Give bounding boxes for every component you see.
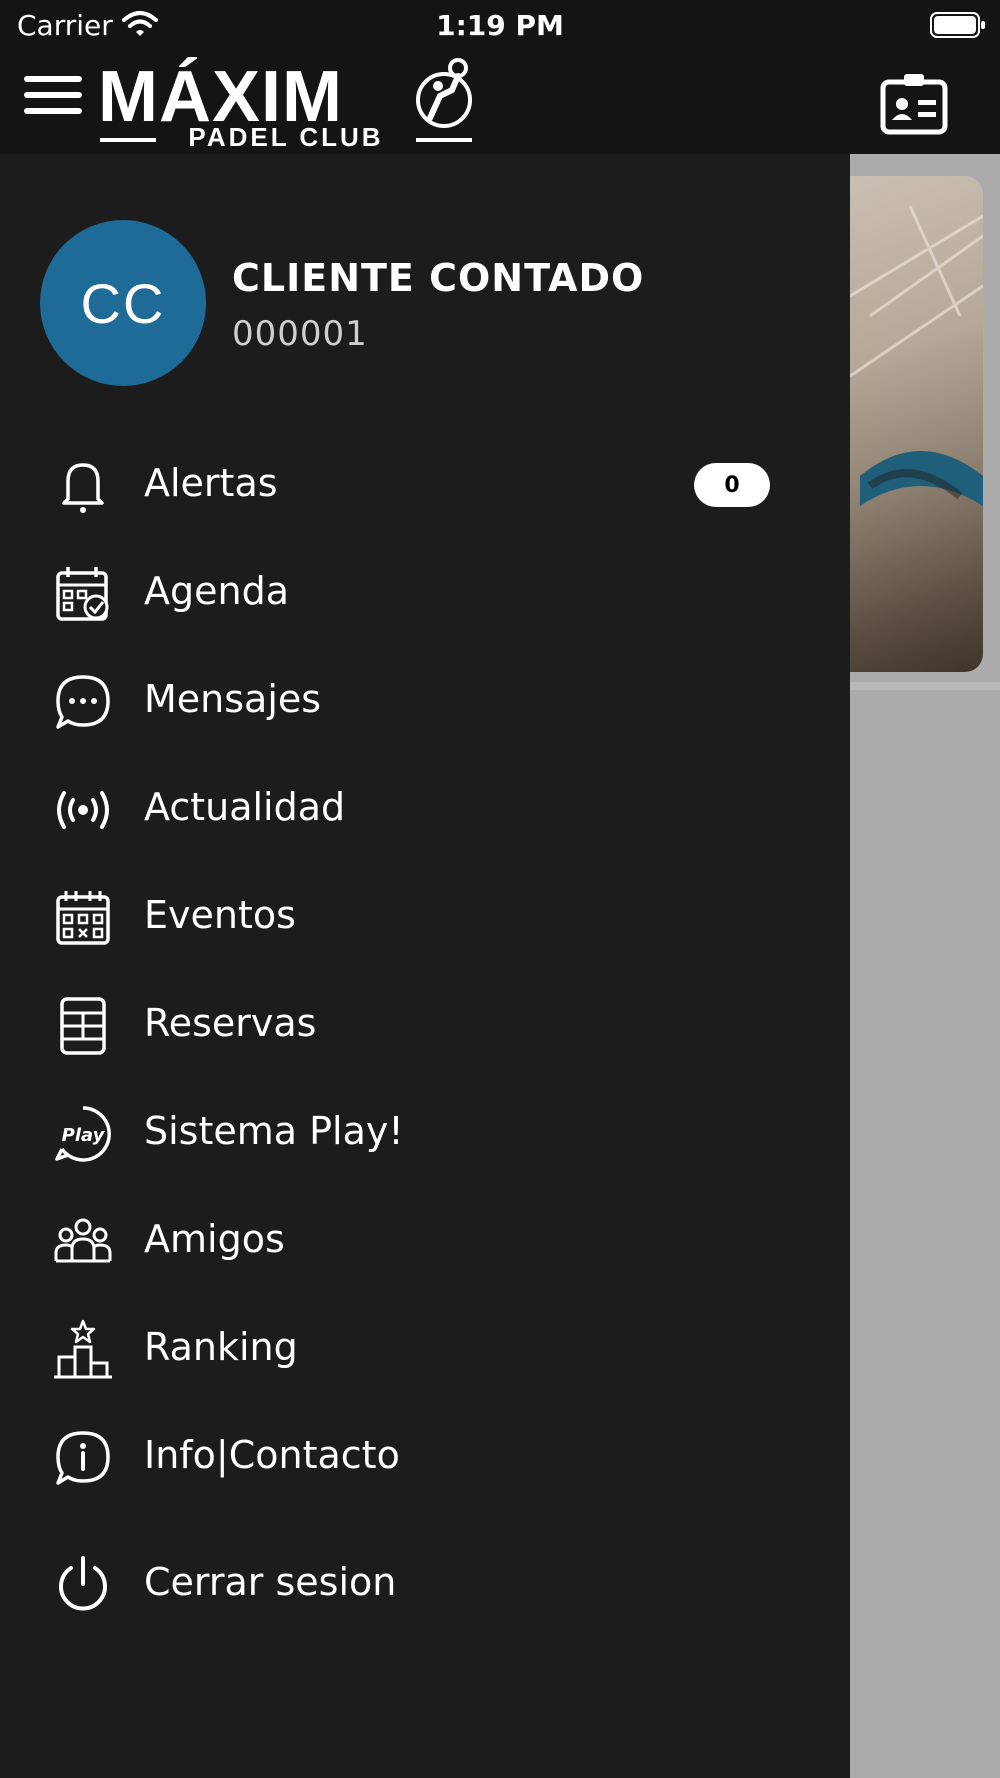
calendar-check-icon [52,563,114,625]
chat-bubble-icon [52,671,114,733]
menu-item-label: Actualidad [144,785,346,829]
status-bar: Carrier 1:19 PM [0,0,1000,52]
play-badge-icon: Play [52,1103,114,1165]
navigation-drawer: CC CLIENTE CONTADO 000001 Alertas 0 Agen… [0,154,850,1778]
menu-item-actualidad[interactable]: Actualidad [0,765,850,855]
menu-item-alertas[interactable]: Alertas 0 [0,441,850,531]
menu-item-ranking[interactable]: Ranking [0,1305,850,1395]
court-icon [52,995,114,1057]
app-header: MÁXIM PADEL CLUB [0,52,1000,154]
menu-item-reservas[interactable]: Reservas [0,981,850,1071]
menu-item-label: Amigos [144,1217,285,1261]
menu-item-label: Agenda [144,569,289,613]
menu-item-label: Cerrar sesion [144,1560,397,1604]
menu-item-label: Sistema Play! [144,1109,404,1153]
hamburger-menu-icon[interactable] [24,76,82,122]
avatar[interactable]: CC [40,220,206,386]
svg-text:Play: Play [62,1125,106,1146]
menu-item-label: Ranking [144,1325,298,1369]
friends-icon [52,1211,114,1273]
featured-image [850,176,983,672]
menu-item-amigos[interactable]: Amigos [0,1197,850,1287]
member-card-icon[interactable] [880,72,948,136]
menu-item-mensajes[interactable]: Mensajes [0,657,850,747]
padel-player-icon [416,58,472,128]
avatar-initials: CC [80,271,166,335]
bell-icon [52,455,114,517]
menu-item-label: Eventos [144,893,296,937]
alerts-count-badge: 0 [694,463,770,507]
club-logo: MÁXIM PADEL CLUB [98,54,478,154]
clock: 1:19 PM [436,9,564,42]
menu-item-label: Mensajes [144,677,322,721]
menu-item-info-contacto[interactable]: Info|Contacto [0,1413,850,1503]
power-icon [52,1554,114,1616]
menu-item-label: Alertas [144,461,278,505]
user-id: 000001 [232,314,368,354]
calendar-grid-icon [52,887,114,949]
background-content [850,154,1000,1778]
menu-item-label: Reservas [144,1001,317,1045]
menu-item-label: Info|Contacto [144,1433,400,1477]
menu-item-agenda[interactable]: Agenda [0,549,850,639]
logout-button[interactable]: Cerrar sesion [0,1540,850,1630]
menu-item-sistema-play[interactable]: Play Sistema Play! [0,1089,850,1179]
broadcast-icon [52,779,114,841]
info-chat-icon [52,1427,114,1489]
podium-icon [52,1319,114,1381]
battery-icon [930,12,985,38]
menu-item-eventos[interactable]: Eventos [0,873,850,963]
user-name: CLIENTE CONTADO [232,256,645,300]
